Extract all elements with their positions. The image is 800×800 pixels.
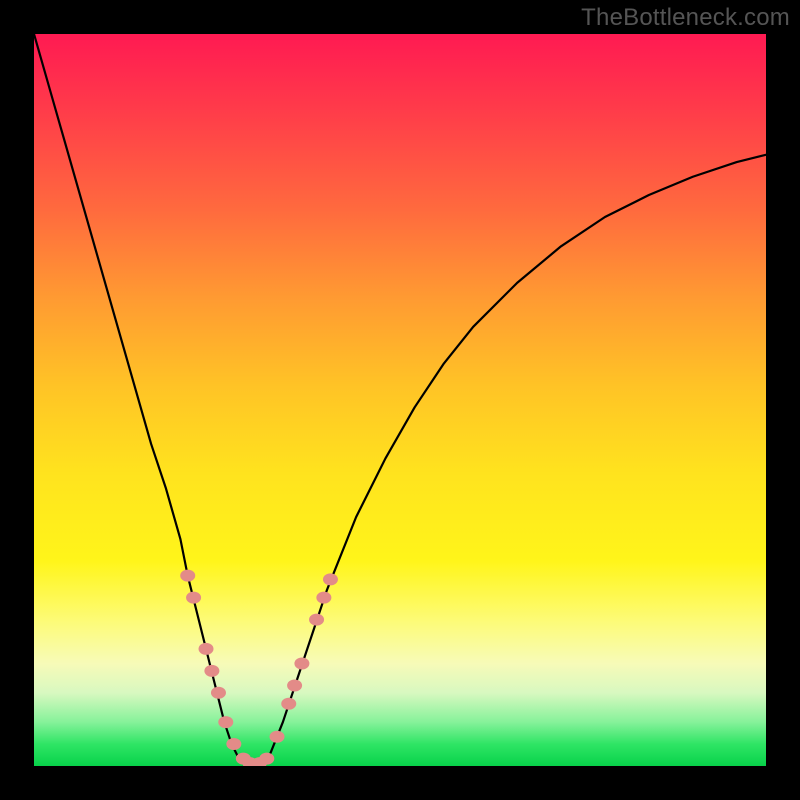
data-marker (180, 570, 195, 582)
data-marker (204, 665, 219, 677)
data-marker (186, 592, 201, 604)
data-marker (281, 698, 296, 710)
data-marker (316, 592, 331, 604)
outer-frame: TheBottleneck.com (0, 0, 800, 800)
data-marker (270, 731, 285, 743)
data-marker (309, 614, 324, 626)
marker-group (180, 570, 338, 766)
plot-area (34, 34, 766, 766)
chart-svg (34, 34, 766, 766)
data-marker (226, 738, 241, 750)
curve-right-branch (268, 155, 766, 759)
watermark-text: TheBottleneck.com (581, 4, 790, 32)
data-marker (294, 658, 309, 670)
data-marker (199, 643, 214, 655)
data-marker (259, 753, 274, 765)
data-marker (211, 687, 226, 699)
data-marker (218, 716, 233, 728)
data-marker (287, 679, 302, 691)
data-marker (323, 573, 338, 585)
